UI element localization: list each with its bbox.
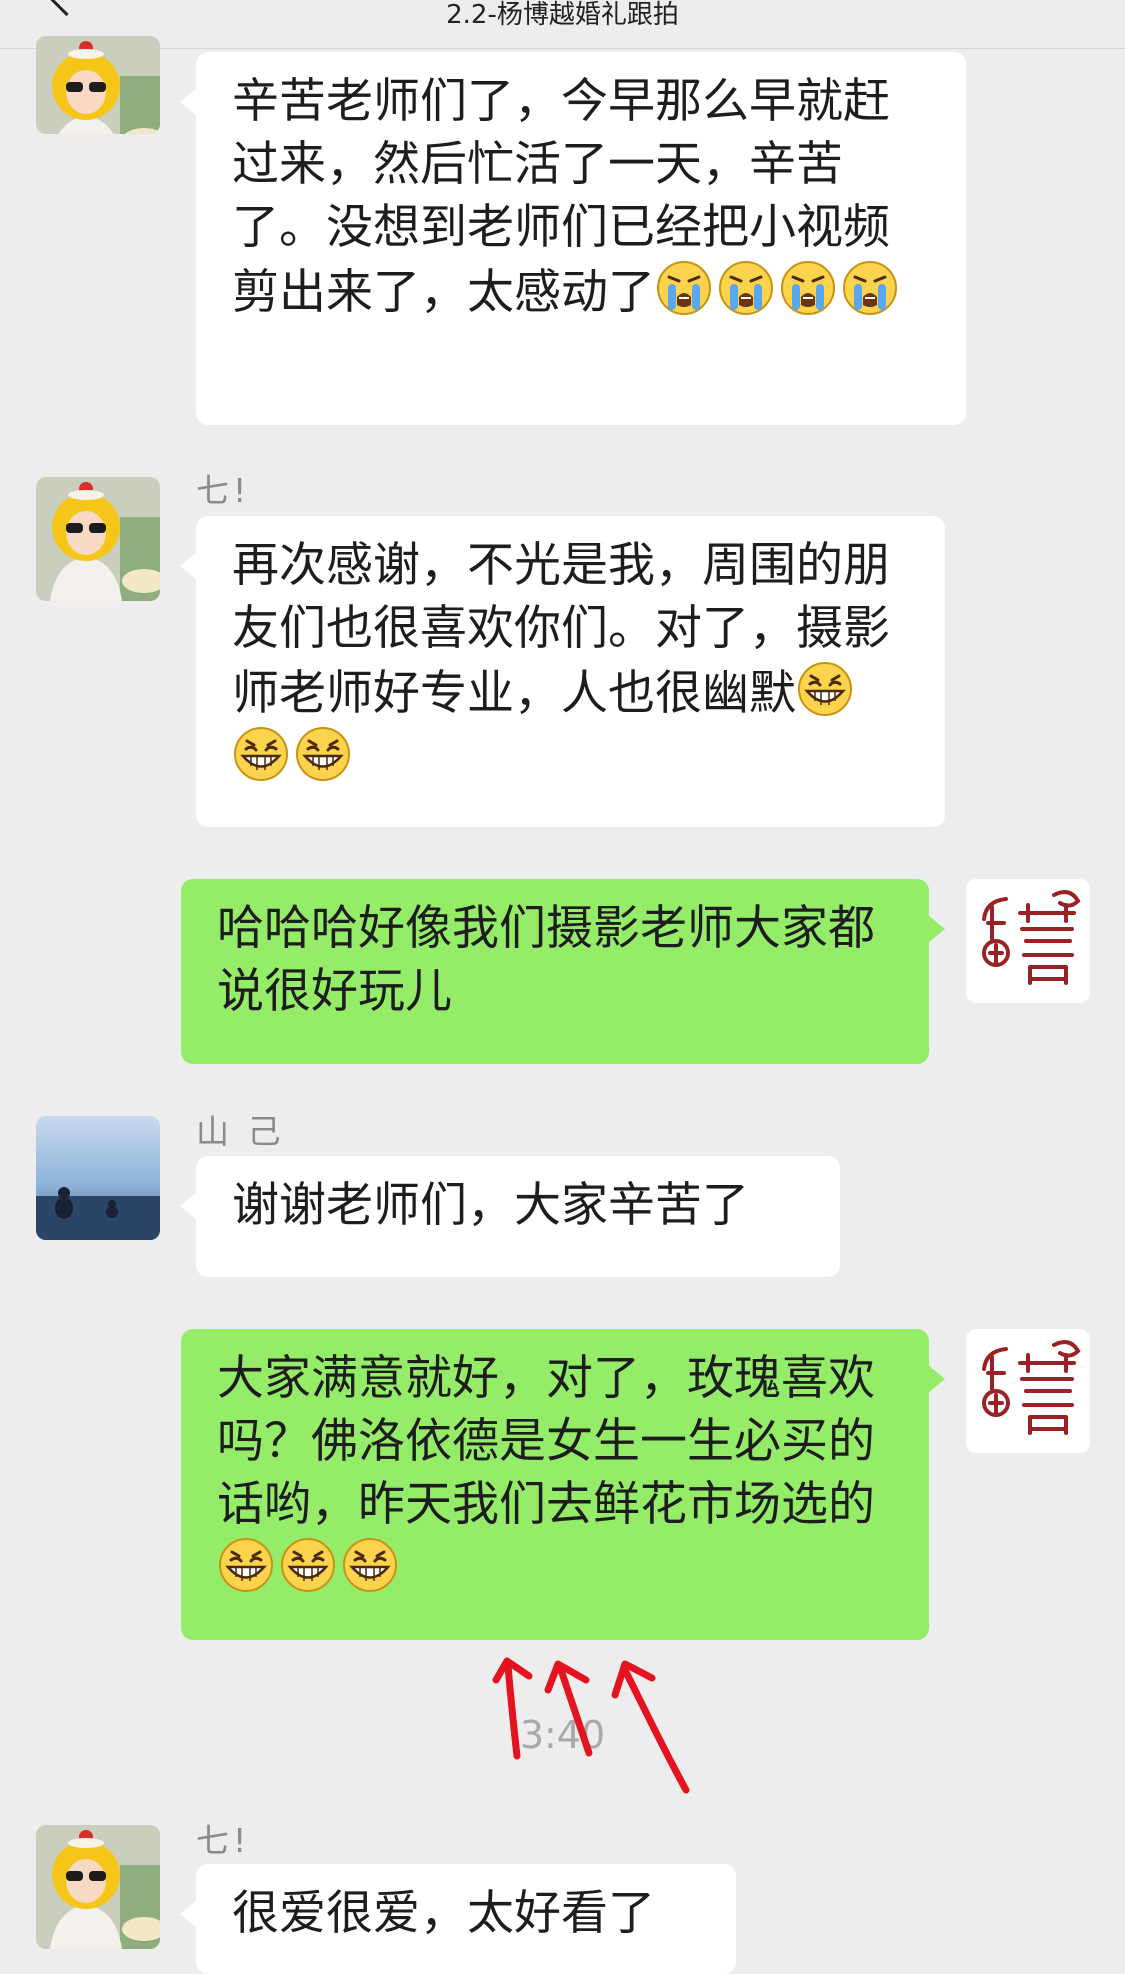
sender-name: 七! <box>196 1821 251 1860</box>
message-text: 谢谢老师们，大家辛苦了 <box>232 1178 749 1233</box>
crying-face-emoji <box>717 259 775 317</box>
avatar[interactable] <box>36 1116 160 1240</box>
grinning-face-emoji <box>294 725 352 783</box>
avatar[interactable] <box>36 477 160 601</box>
avatar[interactable] <box>966 1329 1090 1453</box>
grinning-face-emoji <box>796 660 854 718</box>
avatar[interactable] <box>966 879 1090 1003</box>
crying-face-emoji <box>655 259 713 317</box>
crying-face-emoji <box>779 259 837 317</box>
avatar[interactable] <box>36 1825 160 1949</box>
grinning-face-emoji <box>341 1536 399 1594</box>
message-bubble[interactable]: 再次感谢，不光是我，周围的朋友们也很喜欢你们。对了，摄影师老师好专业，人也很幽默 <box>180 516 945 827</box>
message-text: 大家满意就好，对了，玫瑰喜欢吗？佛洛依德是女生一生必买的话哟，昨天我们去鲜花市场… <box>217 1351 875 1532</box>
grinning-face-emoji <box>232 725 290 783</box>
chat-title: 2.2-杨博越婚礼跟拍 <box>446 0 679 30</box>
message-bubble[interactable]: 很爱很爱，太好看了 <box>180 1864 736 1974</box>
avatar[interactable] <box>36 36 160 134</box>
message-text: 很爱很爱，太好看了 <box>232 1886 655 1941</box>
sender-name: 山 己 <box>196 1112 285 1151</box>
message-text: 再次感谢，不光是我，周围的朋友们也很喜欢你们。对了，摄影师老师好专业，人也很幽默 <box>232 538 890 721</box>
message-bubble[interactable]: 辛苦老师们了，今早那么早就赶过来，然后忙活了一天，辛苦了。没想到老师们已经把小视… <box>180 52 966 425</box>
crying-face-emoji <box>841 259 899 317</box>
message-timestamp: 3:40 <box>519 1713 606 1757</box>
message-bubble[interactable]: 哈哈哈好像我们摄影老师大家都说很好玩儿 <box>181 879 945 1064</box>
message-bubble[interactable]: 谢谢老师们，大家辛苦了 <box>180 1156 840 1277</box>
sender-name: 七! <box>196 471 251 510</box>
grinning-face-emoji <box>217 1536 275 1594</box>
chat-header: 2.2-杨博越婚礼跟拍 <box>0 0 1125 49</box>
grinning-face-emoji <box>279 1536 337 1594</box>
message-text: 哈哈哈好像我们摄影老师大家都说很好玩儿 <box>217 901 875 1019</box>
message-bubble[interactable]: 大家满意就好，对了，玫瑰喜欢吗？佛洛依德是女生一生必买的话哟，昨天我们去鲜花市场… <box>181 1329 945 1640</box>
